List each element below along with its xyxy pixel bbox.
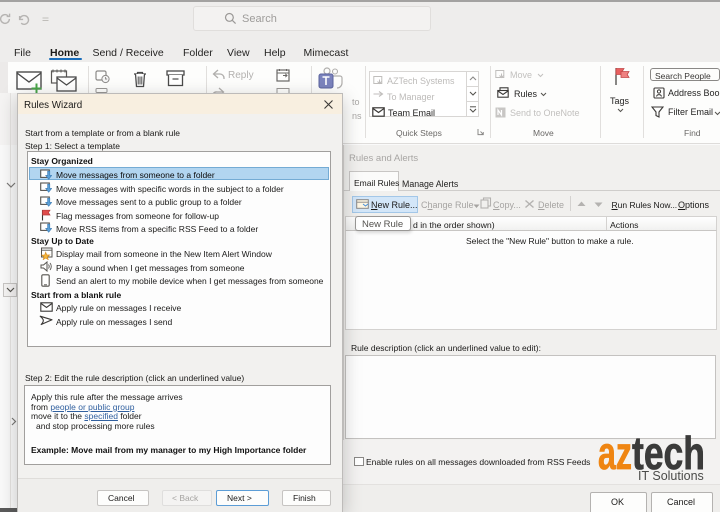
svg-text:tech: tech bbox=[632, 430, 705, 472]
svg-text:az: az bbox=[598, 430, 632, 472]
